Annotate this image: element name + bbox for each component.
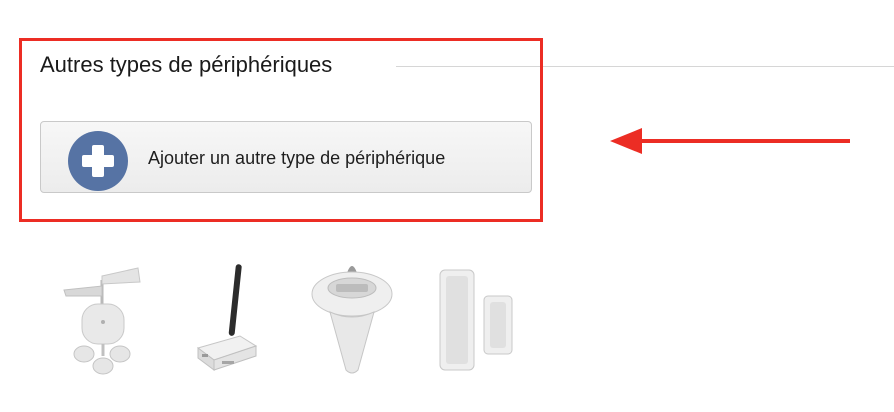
gateway-antenna-icon <box>196 264 258 371</box>
pool-sensor-icon <box>311 266 393 374</box>
weather-vane-icon <box>63 267 141 375</box>
weather-station-icon <box>439 269 513 371</box>
add-device-type-label: Ajouter un autre type de périphérique <box>148 148 446 168</box>
plus-circle-icon <box>68 131 128 191</box>
red-arrow-icon <box>610 128 850 154</box>
add-device-type-button[interactable]: Ajouter un autre type de périphérique <box>40 121 532 193</box>
